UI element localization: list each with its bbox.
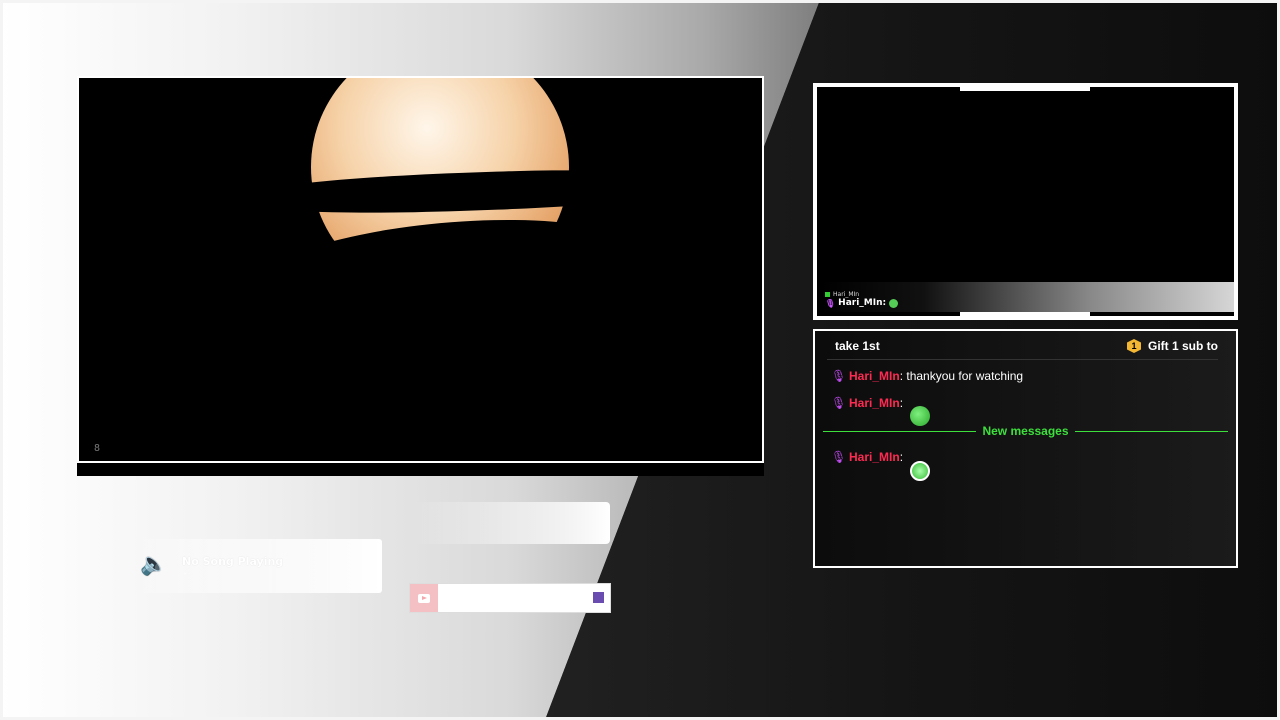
chat-message: 🎙 Hari_MIn: (831, 396, 903, 410)
mini-chat-dot-icon (825, 292, 830, 297)
mini-chat-badge: Hari_MIn (825, 291, 898, 298)
new-messages-divider[interactable]: New messages (823, 423, 1228, 439)
youtube-button[interactable] (410, 584, 438, 612)
chat-message: 🎙 Hari_MIn: (831, 450, 903, 464)
chat-message-text: : thankyou for watching (899, 369, 1024, 383)
chat-username[interactable]: Hari_MIn (849, 450, 900, 464)
now-playing-subtitle: - (184, 570, 187, 578)
youtube-bar (409, 583, 611, 613)
cloud-band (228, 164, 690, 220)
chat-username[interactable]: Hari_MIn (849, 369, 900, 383)
gradient-banner (410, 502, 610, 544)
chat-message-text: : (899, 396, 904, 410)
chat-header-left: take 1st (835, 339, 880, 353)
gift-sub-button[interactable]: 1 Gift 1 sub to (1127, 339, 1218, 353)
camera-bottom-tab (960, 312, 1090, 316)
camera-frame: Hari_MIn 🎙 Hari_MIn: (813, 83, 1238, 320)
gift-badge-icon: 1 (1127, 339, 1141, 353)
gift-sub-label: Gift 1 sub to (1148, 339, 1218, 353)
microphone-icon: 🎙 (831, 396, 847, 410)
chat-message: 🎙 Hari_MIn: thankyou for watching (831, 369, 1023, 383)
cloud-band (223, 200, 665, 366)
camera-top-tab (960, 87, 1090, 91)
chat-header-divider (827, 359, 1218, 360)
youtube-icon (418, 593, 430, 603)
new-messages-label: New messages (982, 424, 1069, 438)
main-video-frame: 8 (77, 76, 764, 463)
microphone-icon: 🎙 (831, 450, 847, 464)
now-playing-title: No Song Playing (182, 555, 284, 568)
main-video-bottom-strip (77, 463, 764, 476)
chat-header: take 1st 1 Gift 1 sub to (815, 331, 1236, 361)
mini-chat-user: Hari_MIn: (838, 298, 887, 308)
chat-username[interactable]: Hari_MIn (849, 396, 900, 410)
purple-square-icon (593, 592, 604, 603)
camera-mini-chat: Hari_MIn 🎙 Hari_MIn: (825, 291, 899, 308)
divider-line (1074, 430, 1228, 432)
video-controls-icon[interactable]: 8 (84, 441, 110, 457)
chat-panel: take 1st 1 Gift 1 sub to 🎙 Hari_MIn: tha… (813, 329, 1238, 568)
speaker-icon: 🔈 (140, 552, 168, 577)
chat-message-text: : (899, 450, 904, 464)
mini-chat-badge-name: Hari_MIn (833, 291, 860, 298)
divider-line (823, 430, 977, 432)
microphone-icon: 🎙 (825, 298, 836, 308)
emote-icon (889, 298, 899, 308)
mini-chat-line: 🎙 Hari_MIn: (825, 298, 899, 308)
ghost-emote-icon (910, 461, 930, 481)
microphone-icon: 🎙 (831, 369, 847, 383)
